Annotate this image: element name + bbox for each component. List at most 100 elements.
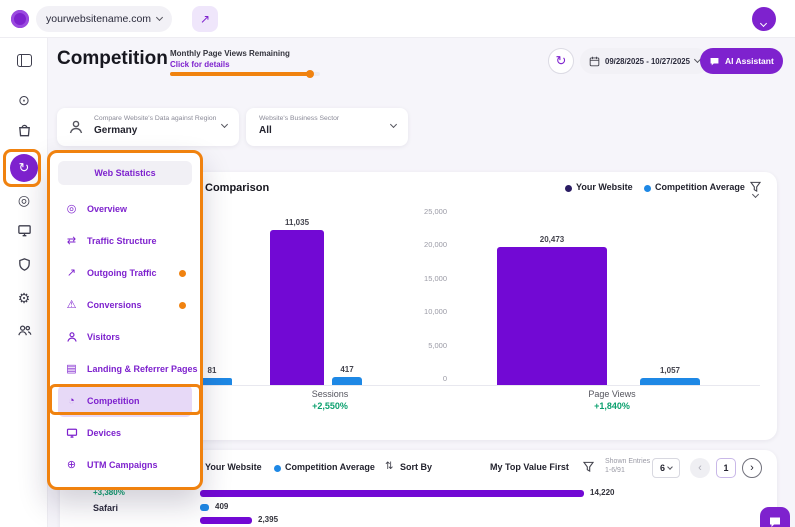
- y-tick: 20,000: [407, 240, 447, 249]
- stats-swirl-icon: ↻: [19, 160, 30, 176]
- quota-progress-fill: [170, 72, 310, 76]
- current-page[interactable]: 1: [716, 458, 736, 478]
- next-page-button[interactable]: ›: [742, 458, 762, 478]
- entries-label: Shown Entries: [605, 458, 650, 465]
- ai-assistant-label: AI Assistant: [725, 56, 774, 66]
- x-axis-line: [195, 385, 760, 386]
- sort-by-label[interactable]: Sort By: [400, 462, 432, 472]
- menu-header-label: Web Statistics: [94, 168, 155, 178]
- legend-your-website-dot: [565, 185, 572, 192]
- competition-bar-pageviews: [640, 378, 700, 385]
- row-competition-bar: [200, 504, 209, 511]
- date-range-picker[interactable]: 09/28/2025 - 10/27/2025: [580, 48, 709, 74]
- shop-icon[interactable]: [0, 123, 48, 138]
- app-root: yourwebsitename.com ↗ ⊙ ↻ ◎ ⚙: [0, 0, 795, 527]
- chevron-down-icon: [156, 14, 163, 21]
- chart-filter-chevron-icon[interactable]: [752, 191, 759, 198]
- shield-nav-icon[interactable]: [0, 257, 48, 272]
- bar-value-label: 20,473: [497, 235, 607, 244]
- menu-item-landing-referrer-pages[interactable]: ▤ Landing & Referrer Pages: [58, 353, 192, 385]
- website-selector-value: yourwebsitename.com: [46, 13, 151, 25]
- web-statistics-nav-icon[interactable]: ↻: [10, 154, 38, 182]
- overview-icon: ◎: [64, 204, 79, 215]
- sort-value[interactable]: My Top Value First: [490, 462, 569, 472]
- sidebar-rail: [0, 38, 48, 527]
- refresh-icon: ↻: [556, 53, 567, 69]
- chat-icon: [709, 56, 720, 67]
- current-page-value: 1: [723, 463, 728, 473]
- chart-title: Comparison: [205, 182, 269, 194]
- traffic-structure-icon: ⇄: [64, 236, 79, 247]
- calendar-icon: [589, 56, 600, 67]
- target-nav-icon[interactable]: ◎: [0, 192, 48, 209]
- bar-value-label: 81: [200, 366, 224, 375]
- website-selector[interactable]: yourwebsitename.com: [36, 6, 172, 32]
- table-legend-your-label: Your Website: [205, 462, 262, 472]
- legend-competition-label: Competition Average: [655, 182, 745, 192]
- sector-filter[interactable]: Website's Business Sector All: [246, 108, 408, 146]
- external-link-icon: ↗: [200, 12, 210, 26]
- row-your-value: 14,220: [590, 488, 614, 497]
- devices-icon: [64, 427, 79, 439]
- users-nav-icon[interactable]: [0, 323, 48, 338]
- group-change-sessions: +2,550%: [270, 401, 390, 411]
- pages-icon: ▤: [64, 364, 79, 375]
- screens-nav-icon[interactable]: [0, 223, 48, 238]
- person-gear-icon: [68, 119, 84, 135]
- quota-progress-knob: [306, 70, 314, 78]
- y-tick: 10,000: [407, 307, 447, 316]
- prev-page-button[interactable]: ‹: [690, 458, 710, 478]
- menu-item-conversions[interactable]: ⚠ Conversions: [58, 289, 192, 321]
- page-size-select[interactable]: 6: [652, 458, 680, 478]
- date-range-value: 09/28/2025 - 10/27/2025: [605, 57, 690, 66]
- row-name: Safari: [93, 503, 118, 513]
- your-website-bar-sessions: [270, 230, 324, 385]
- notification-dot: [179, 302, 186, 309]
- refresh-button[interactable]: ↻: [548, 48, 574, 74]
- avatar[interactable]: [752, 7, 776, 31]
- open-website-button[interactable]: ↗: [192, 6, 218, 32]
- table-legend-competition-label: Competition Average: [285, 462, 375, 472]
- group-label-pageviews: Page Views: [497, 389, 727, 399]
- competition-bar-sessions: [332, 377, 362, 385]
- menu-item-competition[interactable]: ◔ Competition: [58, 385, 192, 417]
- region-filter[interactable]: Compare Website's Data against Region Ge…: [57, 108, 239, 146]
- quota-details-link[interactable]: Click for details: [170, 60, 230, 69]
- ai-assistant-button[interactable]: AI Assistant: [700, 48, 783, 74]
- entries-value: 1-6/91: [605, 467, 625, 474]
- legend-your-website-label: Your Website: [576, 182, 633, 192]
- row-your-website-bar: [200, 490, 584, 497]
- y-tick: 0: [407, 374, 447, 383]
- row-competition-value: 409: [215, 502, 228, 511]
- prev-icon: ‹: [698, 462, 702, 474]
- menu-item-utm-campaigns[interactable]: ⊕ UTM Campaigns: [58, 449, 192, 481]
- y-tick: 25,000: [407, 207, 447, 216]
- next-icon: ›: [750, 462, 754, 474]
- sector-filter-label: Website's Business Sector: [259, 115, 339, 122]
- chat-fab[interactable]: [760, 507, 790, 527]
- outgoing-traffic-icon: ↗: [64, 268, 79, 279]
- table-filter-icon[interactable]: [583, 461, 594, 472]
- notification-dot: [179, 270, 186, 277]
- utm-campaigns-icon: ⊕: [64, 460, 79, 471]
- menu-item-devices[interactable]: Devices: [58, 417, 192, 449]
- group-label-sessions: Sessions: [270, 389, 390, 399]
- menu-item-overview[interactable]: ◎ Overview: [58, 193, 192, 225]
- conversions-icon: ⚠: [64, 300, 79, 311]
- competition-icon: ◔: [64, 396, 79, 407]
- visitors-icon: [64, 331, 79, 343]
- menu-item-visitors[interactable]: Visitors: [58, 321, 192, 353]
- web-statistics-menu: Web Statistics ◎ Overview ⇄ Traffic Stru…: [47, 150, 203, 490]
- settings-nav-icon[interactable]: ⚙: [0, 290, 48, 307]
- page-size-value: 6: [660, 463, 665, 473]
- menu-item-traffic-structure[interactable]: ⇄ Traffic Structure: [58, 225, 192, 257]
- chevron-down-icon: [390, 121, 397, 128]
- chevron-down-icon: [667, 464, 673, 470]
- y-tick: 5,000: [407, 341, 447, 350]
- menu-item-outgoing-traffic[interactable]: ↗ Outgoing Traffic: [58, 257, 192, 289]
- dashboard-icon[interactable]: ⊙: [0, 92, 48, 109]
- collapse-sidebar-icon[interactable]: [0, 54, 48, 70]
- chevron-down-icon: [221, 121, 228, 128]
- menu-header: Web Statistics: [58, 161, 192, 185]
- sector-filter-value: All: [259, 125, 272, 136]
